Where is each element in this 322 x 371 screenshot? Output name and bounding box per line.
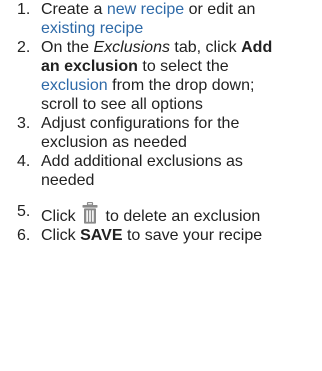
step-text: or edit an (184, 1, 256, 18)
existing-recipe-link[interactable]: existing recipe (41, 20, 143, 37)
new-recipe-link[interactable]: new recipe (107, 1, 184, 18)
step-number: 5. (17, 203, 31, 220)
step-number: 3. (17, 115, 31, 132)
step-text: Click (41, 227, 81, 244)
step-text: to select the (137, 58, 229, 75)
instruction-list: 1. Create a new recipe or edit an existi… (0, 0, 322, 245)
step-4: 4. Add additional exclusions as needed (0, 152, 286, 190)
step-text: On the (41, 39, 94, 56)
step-text: Add additional exclusions as needed (41, 153, 243, 189)
step-text: to save your recipe (122, 227, 263, 244)
step-5: 5. Click to delete an exclusion (0, 201, 281, 226)
step-number: 1. (17, 1, 31, 18)
trash-icon (82, 201, 98, 224)
step-text: Create a (41, 1, 107, 18)
step-number: 4. (17, 153, 31, 170)
step-number: 2. (17, 39, 31, 56)
step-2: 2. On the Exclusions tab, click Add an e… (0, 38, 291, 114)
step-text: tab, click (169, 39, 242, 56)
exclusion-link[interactable]: exclusion (41, 77, 108, 94)
step-text: Click (41, 208, 81, 225)
step-text: Adjust configurations for the exclusion … (41, 115, 240, 151)
step-3: 3. Adjust configurations for the exclusi… (0, 114, 281, 152)
step-6: 6. Click SAVE to save your recipe (0, 226, 271, 245)
exclusions-tab-name: Exclusions (93, 39, 170, 56)
step-number: 6. (17, 227, 31, 244)
save-label: SAVE (80, 227, 123, 244)
step-text: to delete an exclusion (101, 208, 261, 225)
step-1: 1. Create a new recipe or edit an existi… (0, 0, 291, 38)
